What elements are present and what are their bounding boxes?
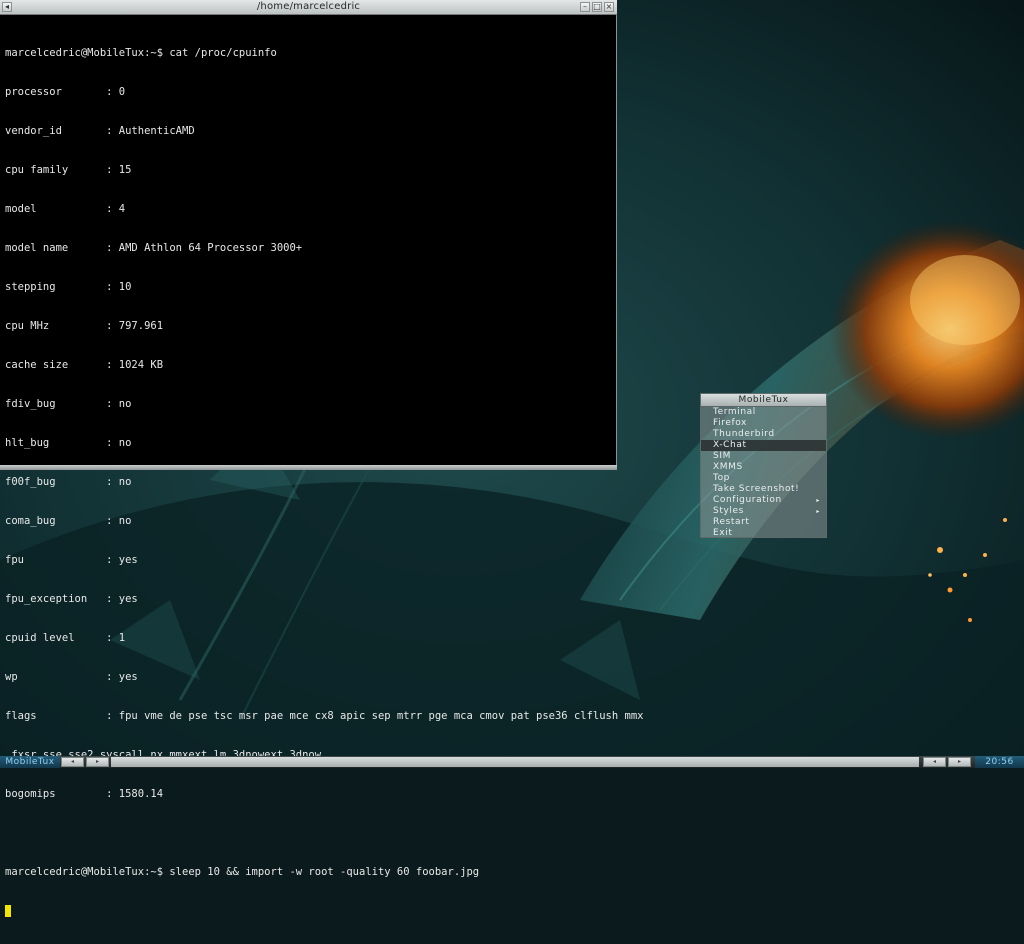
terminal-line: processor : 0 — [5, 86, 126, 98]
terminal-line: fpu : yes — [5, 554, 138, 566]
terminal-window[interactable]: ◂ /home/marcelcedric – □ × marcelcedric@… — [0, 0, 643, 917]
menu-item-take-screenshot[interactable]: Take Screenshot! — [701, 484, 826, 495]
prev-workspace-icon[interactable]: ◂ — [61, 757, 84, 767]
menu-item-thunderbird[interactable]: Thunderbird — [701, 429, 826, 440]
menu-item-x-chat[interactable]: X-Chat — [701, 440, 826, 451]
next-workspace-icon[interactable]: ▸ — [86, 757, 109, 767]
menu-item-sim[interactable]: SIM — [701, 451, 826, 462]
minimize-icon[interactable]: – — [580, 2, 590, 12]
terminal-line: coma_bug : no — [5, 515, 132, 527]
terminal-line: cpuid level : 1 — [5, 632, 126, 644]
terminal-line: stepping : 10 — [5, 281, 132, 293]
clock: 20:56 — [975, 756, 1024, 768]
root-menu[interactable]: MobileTux Terminal Firefox Thunderbird X… — [700, 393, 827, 538]
close-icon[interactable]: × — [604, 2, 614, 12]
menu-item-styles[interactable]: Styles ▸ — [701, 506, 826, 517]
menu-item-label: Styles — [713, 506, 744, 516]
menu-item-configuration[interactable]: Configuration ▸ — [701, 495, 826, 506]
terminal-line: wp : yes — [5, 671, 138, 683]
terminal-line: fdiv_bug : no — [5, 398, 132, 410]
toolbar: MobileTux ◂ ▸ ◂ ▸ 20:56 — [0, 756, 1024, 768]
terminal-line: cpu family : 15 — [5, 164, 132, 176]
menu-item-top[interactable]: Top — [701, 473, 826, 484]
terminal-line: fpu_exception : yes — [5, 593, 138, 605]
menu-title: MobileTux — [701, 394, 826, 407]
terminal-line: model : 4 — [5, 203, 126, 215]
terminal-line: cpu MHz : 797.961 — [5, 320, 164, 332]
menu-item-exit[interactable]: Exit — [701, 528, 826, 539]
window-iconbar[interactable] — [111, 757, 919, 767]
terminal-line: marcelcedric@MobileTux:~$ sleep 10 && im… — [5, 866, 480, 878]
terminal-output[interactable]: marcelcedric@MobileTux:~$ cat /proc/cpui… — [5, 21, 644, 944]
prev-window-icon[interactable]: ◂ — [923, 757, 946, 767]
menu-item-label: Configuration — [713, 495, 782, 505]
terminal-line: model name : AMD Athlon 64 Processor 300… — [5, 242, 303, 254]
window-resize-handle[interactable] — [0, 465, 617, 470]
terminal-line: marcelcedric@MobileTux:~$ cat /proc/cpui… — [5, 47, 277, 59]
submenu-arrow-icon: ▸ — [816, 508, 820, 515]
terminal-line: bogomips : 1580.14 — [5, 788, 164, 800]
next-window-icon[interactable]: ▸ — [948, 757, 971, 767]
terminal-line: hlt_bug : no — [5, 437, 132, 449]
terminal-line: vendor_id : AuthenticAMD — [5, 125, 195, 137]
submenu-arrow-icon: ▸ — [816, 497, 820, 504]
terminal-line: f00f_bug : no — [5, 476, 132, 488]
terminal-title: /home/marcelcedric — [256, 1, 361, 12]
menu-item-restart[interactable]: Restart — [701, 517, 826, 528]
menu-item-firefox[interactable]: Firefox — [701, 418, 826, 429]
terminal-cursor — [5, 905, 11, 917]
workspace-name[interactable]: MobileTux — [0, 756, 60, 768]
maximize-icon[interactable]: □ — [592, 2, 602, 12]
menu-item-xmms[interactable]: XMMS — [701, 462, 826, 473]
terminal-line: cache size : 1024 KB — [5, 359, 164, 371]
terminal-prompt-line[interactable] — [5, 905, 613, 918]
terminal-titlebar[interactable]: ◂ /home/marcelcedric – □ × — [0, 0, 617, 15]
terminal-line: flags : fpu vme de pse tsc msr pae mce c… — [5, 710, 644, 722]
menu-item-terminal[interactable]: Terminal — [701, 407, 826, 418]
